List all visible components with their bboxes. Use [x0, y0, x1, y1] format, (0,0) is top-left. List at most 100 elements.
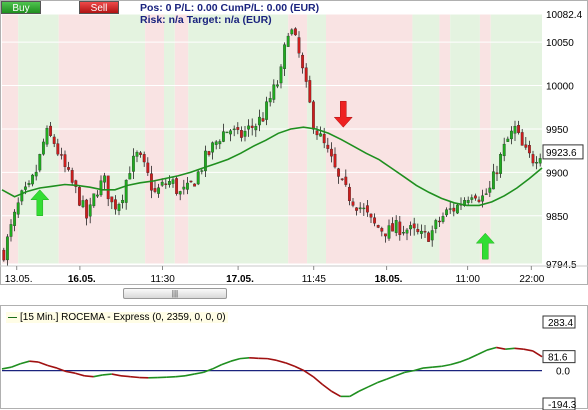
candle-bull — [92, 193, 96, 207]
candle-bull — [81, 200, 85, 208]
oscillator-segment — [166, 375, 176, 378]
candle-bear — [2, 249, 6, 261]
chart-scrollbar-thumb[interactable]: ||| — [123, 288, 227, 299]
candle-bull — [247, 125, 251, 130]
time-axis-label: 13.05. — [5, 274, 33, 285]
candle-bear — [301, 54, 305, 69]
candle-bull — [441, 216, 445, 222]
candle-bull — [283, 44, 287, 69]
candle-bear — [49, 125, 53, 136]
oscillator-segment — [505, 347, 515, 350]
candle-bear — [293, 28, 297, 36]
candle-bear — [106, 175, 110, 200]
time-axis-label: 11:00 — [456, 274, 481, 285]
oscillator-segment — [175, 375, 186, 378]
candle-bear — [193, 183, 197, 187]
candle-bear — [189, 180, 193, 183]
candle-bear — [452, 207, 456, 212]
candle-bull — [488, 187, 492, 193]
time-axis-label: 16.05. — [68, 274, 96, 285]
candle-bull — [160, 181, 164, 186]
oscillator-segment — [29, 360, 39, 363]
signal-zone-short — [439, 14, 451, 264]
candle-bull — [121, 199, 125, 204]
candle-bull — [13, 211, 17, 226]
last-price-label: 9923.6 — [546, 148, 577, 159]
candle-bull — [254, 126, 258, 131]
candle-bear — [153, 188, 157, 192]
price-axis-label: 9900 — [546, 168, 569, 179]
candle-bear — [347, 186, 351, 202]
candle-bull — [31, 174, 35, 185]
candle-bull — [38, 154, 42, 171]
candle-bull — [34, 171, 38, 177]
candle-bull — [88, 204, 92, 217]
candle-bear — [373, 217, 377, 224]
candle-bear — [527, 145, 531, 154]
signal-zone-short — [58, 14, 110, 264]
candle-bear — [337, 168, 341, 177]
candle-bull — [45, 128, 49, 145]
candle-bear — [412, 223, 416, 229]
candle-bull — [286, 35, 290, 47]
candle-bear — [355, 207, 359, 211]
indicator-line-swatch — [8, 316, 17, 318]
candle-bear — [322, 133, 326, 144]
candle-bull — [358, 207, 362, 210]
candle-bull — [229, 130, 233, 135]
candle-bear — [531, 154, 535, 164]
candle-bear — [398, 221, 402, 235]
candle-bear — [308, 80, 312, 103]
candle-bear — [391, 223, 395, 232]
candle-bear — [261, 118, 265, 122]
candle-bull — [243, 131, 247, 137]
chart-canvas[interactable]: 10082.410050100009950990098509794.59923.… — [0, 0, 588, 410]
candle-bull — [196, 171, 200, 185]
candle-bear — [304, 67, 308, 82]
oscillator-segment — [120, 375, 131, 378]
candle-bull — [103, 175, 107, 183]
oscillator-segment — [249, 356, 259, 360]
candle-bear — [437, 220, 441, 223]
candle-bull — [257, 116, 261, 126]
time-axis-label: 22:00 — [519, 274, 544, 285]
signal-zone-long — [18, 14, 59, 264]
candle-bull — [185, 182, 189, 190]
risk-info: Risk: n/a Target: n/a (EUR) — [140, 14, 272, 26]
candle-bull — [20, 190, 24, 202]
candle-bear — [63, 154, 67, 167]
candle-bear — [311, 101, 315, 130]
candle-bear — [383, 233, 387, 237]
candle-bear — [369, 213, 373, 218]
candle-bull — [27, 183, 31, 185]
candle-bear — [423, 231, 427, 233]
candle-bear — [380, 228, 384, 232]
sell-button[interactable]: Sell — [79, 1, 119, 14]
candle-bull — [221, 131, 225, 142]
candle-bear — [56, 143, 60, 155]
price-axis-label: 10082.4 — [546, 10, 583, 21]
candle-bull — [9, 224, 13, 237]
oscillator-axis-label: 283.4 — [548, 318, 573, 329]
candle-bull — [535, 162, 539, 164]
candle-bull — [131, 155, 135, 172]
candle-bull — [117, 204, 121, 211]
signal-zone-long — [450, 14, 480, 264]
candle-bull — [484, 193, 488, 195]
candle-bull — [290, 29, 294, 35]
candle-bear — [250, 125, 254, 128]
candle-bear — [340, 178, 344, 180]
candle-bear — [326, 144, 330, 149]
buy-button[interactable]: Buy — [1, 1, 41, 14]
candle-bull — [232, 128, 236, 131]
position-info: Pos: 0 P/L: 0.00 CumP/L: 0.00 (EUR) — [140, 2, 320, 14]
candle-bear — [164, 183, 168, 185]
time-axis-label: 11:30 — [151, 274, 176, 285]
candle-bear — [315, 130, 319, 136]
candle-bear — [59, 154, 63, 156]
candle-bull — [265, 101, 269, 120]
candle-bull — [394, 220, 398, 233]
candle-bull — [419, 230, 423, 234]
candle-bull — [362, 207, 366, 210]
candle-bull — [99, 180, 103, 196]
